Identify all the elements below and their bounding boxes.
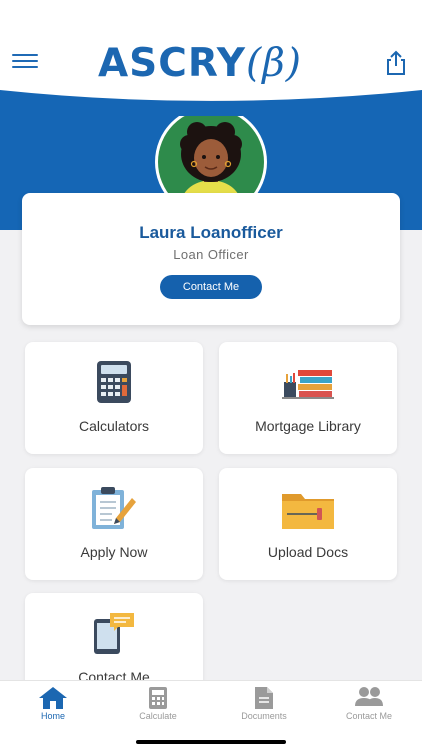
phone-message-icon bbox=[94, 613, 134, 654]
tab-label: Home bbox=[40, 711, 65, 721]
tab-documents[interactable]: Documents bbox=[211, 681, 317, 731]
app-logo: ASCRY(β) bbox=[98, 40, 328, 88]
tile-label: Apply Now bbox=[80, 544, 148, 560]
tab-label: Documents bbox=[241, 711, 287, 721]
hamburger-icon[interactable] bbox=[12, 54, 38, 72]
tile-calculators[interactable]: Calculators bbox=[25, 342, 203, 454]
contact-me-button[interactable]: Contact Me bbox=[160, 275, 262, 299]
app-header: ASCRY(β) bbox=[0, 0, 422, 100]
document-icon bbox=[255, 687, 273, 709]
logo-beta-text: (β) bbox=[246, 41, 303, 86]
profile-role: Loan Officer bbox=[173, 247, 249, 262]
people-icon bbox=[355, 687, 383, 706]
home-icon bbox=[39, 687, 67, 709]
clipboard-icon bbox=[92, 487, 136, 529]
tile-upload-docs[interactable]: Upload Docs bbox=[219, 468, 397, 580]
tab-home[interactable]: Home bbox=[0, 681, 106, 731]
tab-contact-me[interactable]: Contact Me bbox=[316, 681, 422, 731]
tile-label: Calculators bbox=[78, 418, 150, 434]
tile-label: Upload Docs bbox=[267, 544, 349, 560]
share-icon[interactable] bbox=[384, 50, 408, 76]
tab-calculate[interactable]: Calculate bbox=[105, 681, 211, 731]
books-icon bbox=[282, 370, 334, 399]
profile-name: Laura Loanofficer bbox=[139, 223, 283, 242]
profile-card: Laura Loanofficer Loan Officer Contact M… bbox=[22, 193, 400, 325]
folder-icon bbox=[282, 494, 334, 529]
tab-label: Calculate bbox=[139, 711, 177, 721]
calculator-icon bbox=[97, 361, 131, 403]
tab-label: Contact Me bbox=[345, 711, 393, 721]
tile-label: Mortgage Library bbox=[255, 418, 361, 434]
calculator-icon bbox=[149, 687, 167, 709]
tile-mortgage-library[interactable]: Mortgage Library bbox=[219, 342, 397, 454]
tile-contact-me[interactable]: Contact Me bbox=[25, 593, 203, 693]
logo-main-text: ASCRY bbox=[98, 41, 247, 86]
tile-apply-now[interactable]: Apply Now bbox=[25, 468, 203, 580]
home-indicator bbox=[136, 740, 286, 744]
